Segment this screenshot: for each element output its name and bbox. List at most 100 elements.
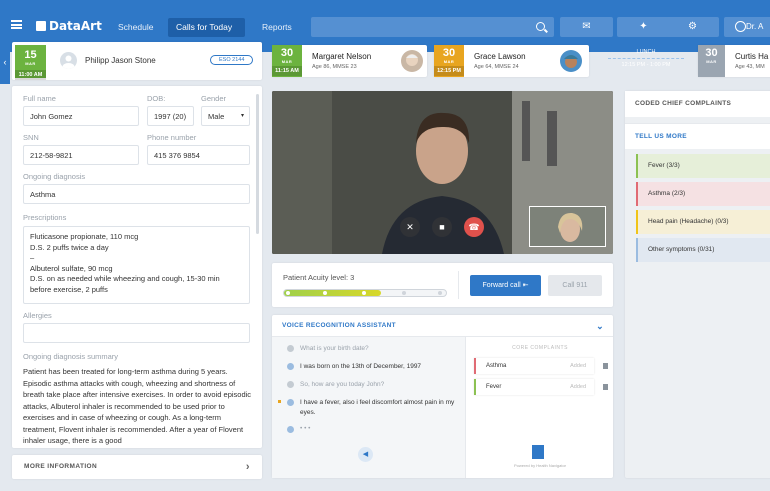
speaker-dot (287, 381, 294, 388)
voice-assistant-header[interactable]: VOICE RECOGNITION ASSISTANT ⌄ (272, 315, 613, 337)
queue-patient-name: Grace Lawson (474, 52, 526, 61)
acuity-slider[interactable] (283, 289, 447, 297)
person-photo (406, 54, 418, 66)
phone-field[interactable]: 415 376 9854 (147, 145, 250, 165)
speaker-icon: ◀ (362, 451, 369, 458)
settings-button[interactable]: ⚙ (666, 17, 719, 37)
complaints-panel: CODED CHIEF COMPLAINTS TELL US MORE Feve… (625, 91, 770, 478)
lunch-break: LUNCH 12:15 PM - 1:00 PM (600, 45, 692, 77)
camera-icon: ■ (439, 222, 445, 232)
appointment-date-badge: 30 MAR (698, 45, 725, 77)
acuity-step[interactable] (322, 291, 327, 295)
logo-icon (36, 21, 46, 31)
speaker-dot (287, 363, 294, 370)
current-patient-card[interactable]: 15 MAR 11:00 AM Philipp Jason Stone ESO … (12, 42, 262, 80)
speaker-dot (287, 399, 294, 406)
symptom-item[interactable]: Other symptoms (0/31) (636, 238, 770, 262)
acuity-step[interactable] (362, 291, 366, 295)
core-complaints-title: CORE COMPLAINTS (512, 345, 568, 351)
logo[interactable]: DataArt (36, 19, 102, 33)
patient-avatar (401, 50, 423, 72)
microphone-button[interactable]: ◀ (358, 447, 373, 462)
chat-message: What is your birth date? (300, 345, 369, 352)
trash-icon[interactable] (603, 363, 608, 369)
speaker-dot (287, 345, 294, 352)
gear-icon: ⚙ (688, 21, 697, 32)
diagnosis-field[interactable]: Asthma (23, 184, 250, 204)
nav-reports[interactable]: Reports (254, 18, 300, 37)
nav-calls-for-today[interactable]: Calls for Today (168, 18, 245, 37)
gender-select[interactable]: Male ▾ (201, 106, 250, 126)
complaint-item[interactable]: Asthma Added (474, 358, 608, 374)
envelope-icon: ✉ (582, 21, 591, 32)
appointment-date-badge: 30 MAR 12:15 PM (434, 45, 464, 77)
caret-down-icon: ▾ (240, 113, 244, 119)
patient-avatar (60, 52, 77, 69)
chat-message: I was born on the 13th of December, 1997 (300, 363, 422, 370)
user-menu[interactable]: Dr. A (724, 17, 770, 37)
queue-card[interactable]: 30 MAR 12:15 PM Grace Lawson Age 64, MMS… (434, 45, 589, 77)
coded-complaints-header[interactable]: CODED CHIEF COMPLAINTS (625, 91, 770, 117)
appointment-date-badge: 30 MAR 11:15 AM (272, 45, 302, 77)
chevron-right-icon: › (245, 461, 250, 473)
video-call[interactable]: ✕ ■ ☎ (272, 91, 613, 254)
queue-card[interactable]: 30 MAR Curtis Ha Age 43, MM (698, 45, 770, 77)
core-complaints: CORE COMPLAINTS Asthma Added Fever Added P… (465, 337, 613, 478)
patient-avatar (560, 50, 582, 72)
person-photo (564, 55, 578, 68)
acuity-panel: Patient Acuity level: 3 Forward call ⇤ C… (272, 263, 613, 307)
symptom-item[interactable]: Fever (3/3) (636, 154, 770, 178)
phone-hangup-icon: ☎ (468, 222, 480, 232)
queue-patient-info: Age 64, MMSE 24 (474, 64, 519, 70)
dob-field[interactable]: 1997 (20) (147, 106, 194, 126)
queue-patient-name: Margaret Nelson (312, 52, 372, 61)
symptom-item[interactable]: Head pain (Headache) (0/3) (636, 210, 770, 234)
nav-schedule[interactable]: Schedule (110, 18, 161, 37)
acuity-step[interactable] (438, 291, 442, 295)
voice-assistant-panel: VOICE RECOGNITION ASSISTANT ⌄ What is you… (272, 315, 613, 478)
end-call-button[interactable]: ☎ (464, 217, 484, 237)
forward-icon: ⇤ (522, 282, 529, 289)
patient-name: Philipp Jason Stone (85, 56, 156, 65)
diagnosis-summary: Patient has been treated for long-term a… (23, 367, 252, 445)
fullname-field[interactable]: John Gomez (23, 106, 139, 126)
trash-icon[interactable] (603, 384, 608, 390)
mute-button[interactable]: ✕ (400, 217, 420, 237)
acuity-label: Patient Acuity level: 3 (283, 273, 355, 282)
patient-form: Full name John Gomez DOB: 1997 (20) Gend… (12, 86, 262, 448)
collapse-arrow-icon[interactable]: ‹ (0, 40, 10, 84)
tell-us-more-header[interactable]: TELL US MORE (625, 123, 770, 149)
search-icon (536, 22, 545, 31)
conversation: What is your birth date? I was born on t… (272, 337, 465, 478)
queue-patient-name: Curtis Ha (735, 52, 769, 61)
acuity-fill (284, 290, 382, 296)
more-information-button[interactable]: MORE INFORMATION › (12, 455, 262, 479)
health-navigator-logo (532, 445, 544, 459)
hamburger-menu-icon[interactable] (11, 20, 22, 29)
complaint-item[interactable]: Fever Added (474, 379, 608, 395)
chat-message: I have a fever, also i feel discomfort a… (300, 399, 455, 416)
call-911-button[interactable]: Call 911 (548, 275, 602, 296)
acuity-step[interactable] (286, 291, 290, 295)
ssn-field[interactable]: 212-58-9821 (23, 145, 139, 165)
lunch-divider (608, 58, 684, 59)
camera-button[interactable]: ■ (432, 217, 452, 237)
chevron-down-icon: ⌄ (596, 321, 604, 331)
mic-off-icon: ✕ (406, 222, 414, 232)
queue-patient-info: Age 43, MM (735, 64, 765, 70)
acuity-step[interactable] (401, 291, 406, 295)
prescriptions-field[interactable]: Fluticasone propionate, 110 mcg D.S. 2 p… (23, 226, 250, 304)
typing-indicator: • • • (300, 425, 311, 432)
scrollbar[interactable] (256, 94, 259, 234)
appointment-date-badge: 15 MAR 11:00 AM (15, 45, 46, 80)
notifications-button[interactable]: ✦ (617, 17, 670, 37)
pin-icon: ✦ (639, 21, 648, 32)
symptom-item[interactable]: Asthma (2/3) (636, 182, 770, 206)
allergies-field[interactable] (23, 323, 250, 343)
divider (458, 271, 459, 299)
search-input[interactable] (311, 17, 554, 37)
self-view (529, 206, 606, 247)
forward-call-button[interactable]: Forward call ⇤ (470, 275, 541, 296)
messages-button[interactable]: ✉ (560, 17, 613, 37)
queue-card[interactable]: 30 MAR 11:15 AM Margaret Nelson Age 86, … (272, 45, 427, 77)
